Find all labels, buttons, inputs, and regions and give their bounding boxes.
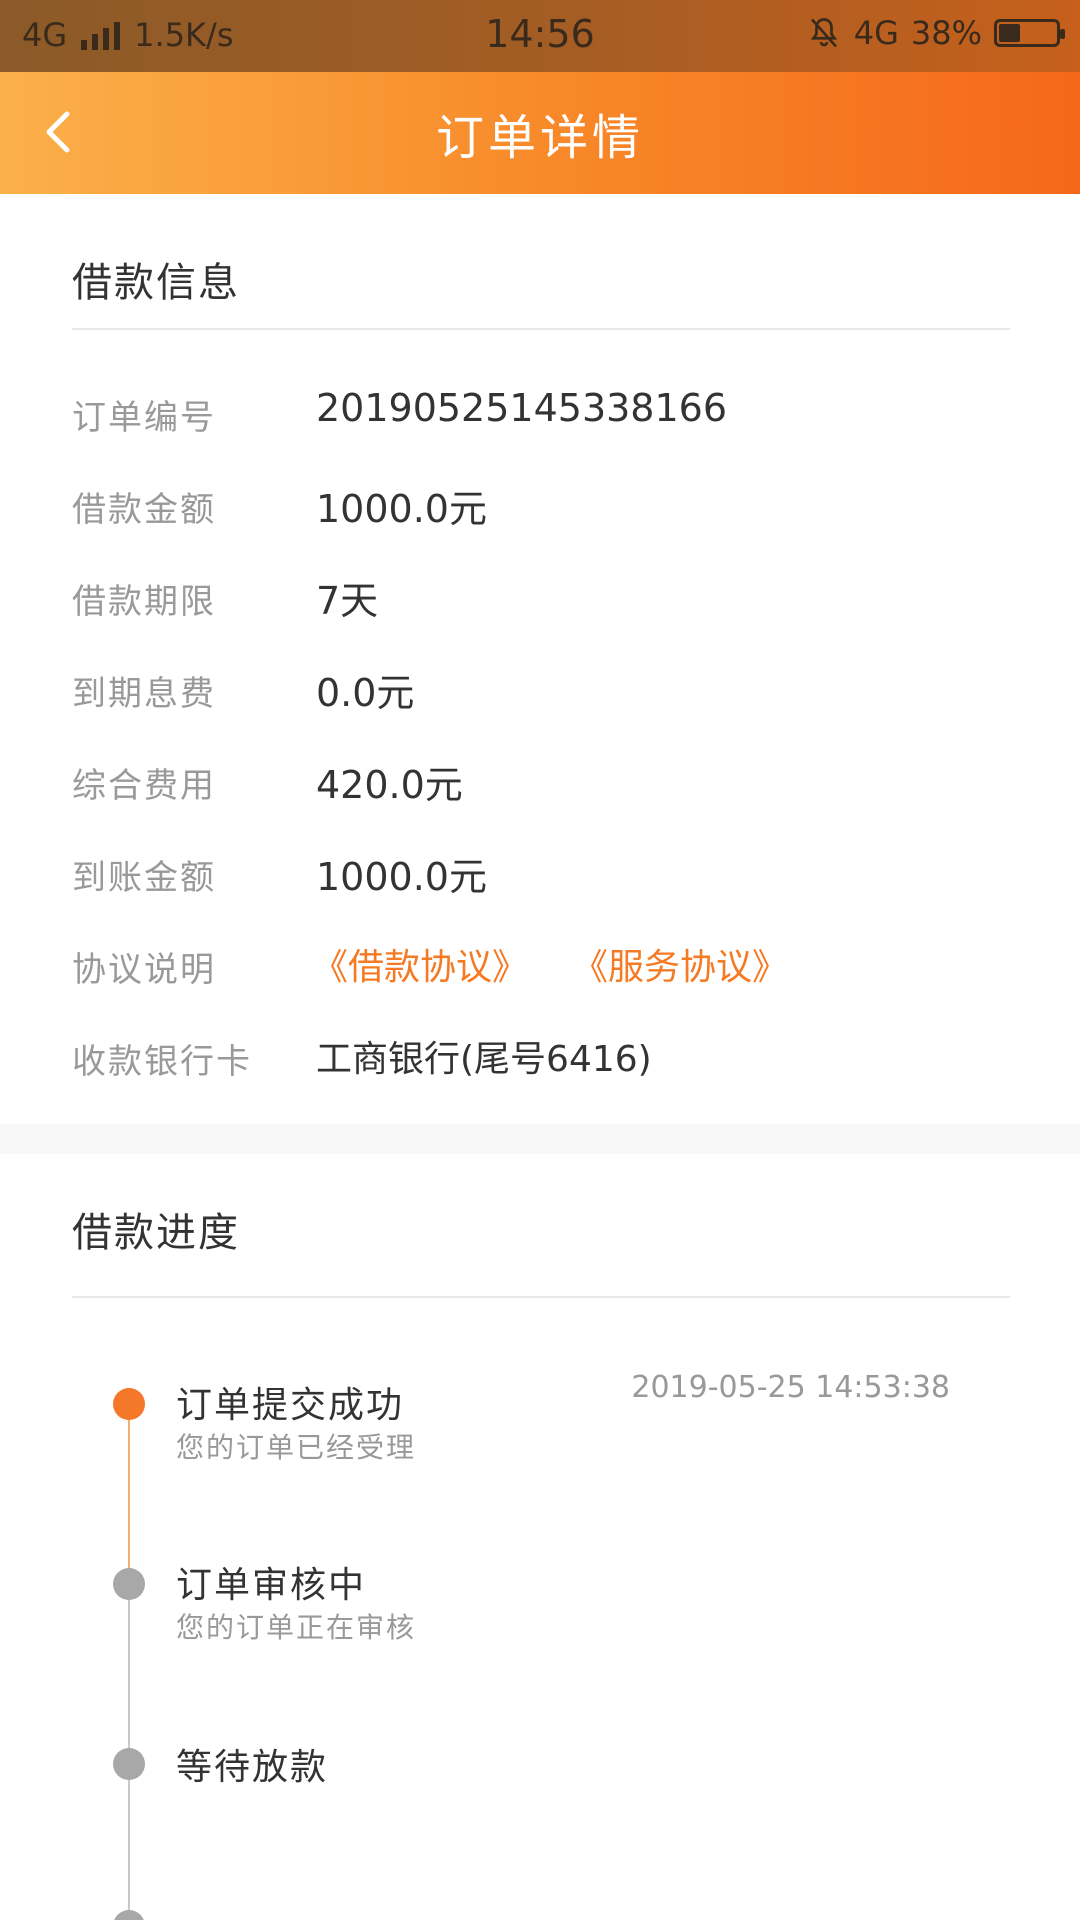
info-row-loan-term: 借款期限 7天 [72, 566, 1010, 626]
loan-info-section: 借款信息 订单编号 20190525145338166 借款金额 1000.0元… [0, 194, 1080, 1124]
divider [72, 1296, 1010, 1298]
step-title: 等待放款 [176, 1747, 329, 1788]
info-label: 到期息费 [72, 674, 216, 714]
bank-card-value: 工商银行(尾号6416) [316, 1039, 652, 1080]
section-gap [0, 1124, 1080, 1154]
app-header: 订单详情 [0, 72, 1080, 194]
info-row-loan-amount: 借款金额 1000.0元 [72, 474, 1010, 534]
service-agreement-link[interactable]: 《服务协议》 [572, 938, 788, 990]
info-label: 综合费用 [72, 766, 216, 806]
step-title: 订单提交成功 [176, 1385, 405, 1426]
timeline-line [128, 1574, 130, 1920]
total-fee-value: 420.0元 [316, 763, 463, 807]
timeline-dot [113, 1748, 145, 1780]
loan-term-value: 7天 [316, 579, 379, 623]
info-label: 借款期限 [72, 582, 216, 622]
bell-off-icon [810, 18, 837, 48]
loan-agreement-link[interactable]: 《借款协议》 [312, 938, 528, 990]
status-right: 4G 38% [806, 14, 1065, 52]
battery-percent: 38% [910, 14, 982, 52]
step-title: 订单审核中 [176, 1565, 367, 1606]
battery-icon [994, 19, 1065, 47]
divider [72, 328, 1010, 330]
order-id-value: 20190525145338166 [316, 386, 728, 430]
interest-value: 0.0元 [316, 671, 415, 715]
progress-title: 借款进度 [72, 1210, 240, 1256]
info-row-received-amount: 到账金额 1000.0元 [72, 842, 1010, 902]
info-row-order-id: 订单编号 20190525145338166 [72, 382, 1010, 442]
loan-amount-value: 1000.0元 [316, 487, 487, 531]
info-label: 收款银行卡 [72, 1042, 252, 1082]
info-row-total-fee: 综合费用 420.0元 [72, 750, 1010, 810]
loan-progress-section: 借款进度 订单提交成功 您的订单已经受理 2019-05-25 14:53:38… [0, 1154, 1080, 1920]
step-time: 2019-05-25 14:53:38 [631, 1370, 950, 1405]
info-row-bank-card: 收款银行卡 工商银行(尾号6416) [72, 1026, 1010, 1086]
timeline-dot-active [113, 1388, 145, 1420]
loan-info-title: 借款信息 [72, 260, 240, 306]
info-row-interest: 到期息费 0.0元 [72, 658, 1010, 718]
info-row-agreement: 协议说明 《借款协议》 《服务协议》 [72, 934, 1010, 994]
timeline-dot [113, 1910, 145, 1920]
phone-screen: 4G 1.5K/s 14:56 4G 38% 订单详情 借款信息 订单编号 20… [0, 0, 1080, 1920]
received-amount-value: 1000.0元 [316, 855, 487, 899]
network-type-right: 4G [853, 14, 899, 52]
page-title: 订单详情 [435, 110, 644, 166]
info-label: 协议说明 [72, 950, 216, 990]
battery-fill [999, 24, 1020, 42]
info-label: 到账金额 [72, 858, 216, 898]
step-subtitle: 您的订单已经受理 [176, 1431, 417, 1464]
step-subtitle: 您的订单正在审核 [176, 1611, 417, 1644]
info-label: 借款金额 [72, 490, 216, 530]
info-label: 订单编号 [72, 398, 216, 438]
timeline-dot [113, 1568, 145, 1600]
status-bar: 4G 1.5K/s 14:56 4G 38% [0, 0, 1080, 72]
